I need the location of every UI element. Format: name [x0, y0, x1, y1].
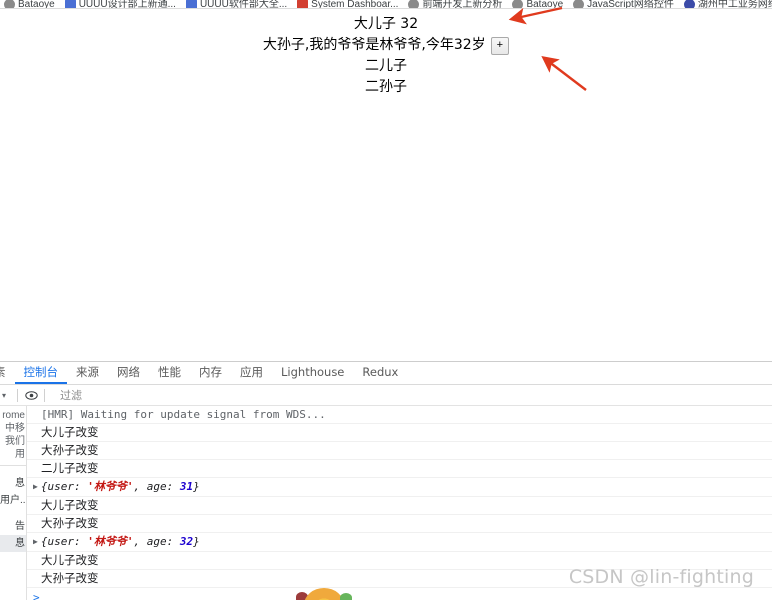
tab-console[interactable]: 控制台: [14, 362, 67, 384]
eye-icon[interactable]: [23, 387, 39, 403]
globe-icon: [573, 0, 585, 8]
bookmark-item[interactable]: JavaScript网络控件: [573, 0, 674, 9]
expand-triangle-icon[interactable]: ▶: [33, 480, 38, 493]
bookmark-label: Bataoye: [526, 0, 564, 9]
increment-age-button[interactable]: +: [490, 36, 510, 55]
log-row[interactable]: [HMR] Waiting for update signal from WDS…: [27, 406, 772, 424]
tab-performance[interactable]: 性能: [149, 362, 190, 384]
tab-elements[interactable]: 素: [0, 362, 15, 384]
bookmark-item[interactable]: UUUU设计部上新通...: [64, 0, 176, 9]
banner-line: 我们: [5, 436, 25, 447]
object-key: age: [146, 535, 167, 548]
chrome-notice-banner: rome 中移 我们 用: [0, 406, 26, 466]
tab-memory[interactable]: 内存: [190, 362, 231, 384]
devtools-tabbar[interactable]: 素 控制台 来源 网络 性能 内存 应用 Lighthouse Redux: [0, 362, 772, 385]
object-number-value: 32: [179, 535, 194, 548]
tab-application[interactable]: 应用: [231, 362, 272, 384]
divider: [17, 388, 18, 402]
bookmark-item[interactable]: 湖州中工业务网络端...: [683, 0, 772, 9]
bookmark-item[interactable]: UUUU软件部大全...: [185, 0, 288, 9]
console-filter-bar[interactable]: ▾ 过滤: [0, 385, 772, 406]
expand-triangle-icon[interactable]: ▶: [33, 535, 38, 548]
eldest-grandson-line: 大孙子,我的爷爷是林爷爷,今年32岁 +: [0, 35, 772, 56]
console-sidebar[interactable]: rome 中移 我们 用 息 用户... 告 息: [0, 406, 27, 600]
bookmark-label: System Dashboar...: [311, 0, 399, 9]
clipped-emoji-image: [296, 588, 352, 600]
object-string-value: '林爷爷': [87, 535, 134, 548]
bookmark-item[interactable]: Bataoye: [512, 0, 564, 9]
eldest-son-line: 大儿子 32: [353, 16, 419, 32]
emoji-right-wing: [340, 593, 352, 600]
object-string-value: '林爷爷': [87, 480, 134, 493]
console-prompt[interactable]: >: [27, 588, 772, 600]
bookmark-label: Bataoye: [18, 0, 55, 9]
tab-sources[interactable]: 来源: [67, 362, 108, 384]
sidebar-item-warnings[interactable]: 告: [0, 518, 26, 535]
second-son-line: 二儿子: [365, 58, 407, 74]
log-row[interactable]: 大孙子改变: [27, 515, 772, 533]
bookmark-item[interactable]: 前端开发上新分析: [408, 0, 503, 9]
bookmark-label: 湖州中工业务网络端...: [697, 0, 772, 9]
square-icon: [64, 0, 76, 8]
tab-lighthouse[interactable]: Lighthouse: [272, 362, 353, 384]
banner-line: 中移: [5, 423, 25, 434]
log-row[interactable]: 二儿子改变: [27, 460, 772, 478]
bookmark-item[interactable]: System Dashboar...: [297, 0, 399, 9]
log-row-object[interactable]: ▶ {user: '林爷爷', age: 31}: [27, 478, 772, 497]
globe-icon: [408, 0, 420, 8]
tab-network[interactable]: 网络: [108, 362, 149, 384]
square-icon: [297, 0, 309, 8]
eldest-grandson-text: 大孙子,我的爷爷是林爷爷,今年32岁: [262, 37, 486, 53]
object-key: user: [47, 535, 74, 548]
log-row-object[interactable]: ▶ {user: '林爷爷', age: 32}: [27, 533, 772, 552]
log-row[interactable]: 大孙子改变: [27, 442, 772, 460]
emoji-body: [304, 588, 344, 600]
bookmark-bar[interactable]: Bataoye UUUU设计部上新通... UUUU软件部大全... Syste…: [0, 0, 772, 9]
console-filter-input[interactable]: 过滤: [50, 387, 772, 403]
object-key: user: [47, 480, 74, 493]
sidebar-item-info[interactable]: 息: [0, 535, 26, 552]
bookmark-label: 前端开发上新分析: [422, 0, 503, 9]
banner-line: 用: [15, 449, 25, 460]
divider: [44, 388, 45, 402]
object-key: age: [146, 480, 167, 493]
sidebar-item-messages[interactable]: 息: [0, 475, 26, 492]
bookmark-label: UUUU设计部上新通...: [78, 0, 176, 9]
devtools-panel[interactable]: 素 控制台 来源 网络 性能 内存 应用 Lighthouse Redux ▾ …: [0, 361, 772, 600]
bookmark-item[interactable]: Bataoye: [4, 0, 55, 9]
component-tree: 大儿子 32 大孙子,我的爷爷是林爷爷,今年32岁 + 二儿子 二孙子: [0, 9, 772, 98]
watermark: CSDN @lin-fighting: [568, 566, 754, 588]
globe-icon: [4, 0, 15, 8]
banner-line: rome: [2, 410, 25, 421]
bookmark-label: UUUU软件部大全...: [199, 0, 288, 9]
page-content: 大儿子 32 大孙子,我的爷爷是林爷爷,今年32岁 + 二儿子 二孙子: [0, 9, 772, 361]
chevron-down-icon[interactable]: ▾: [0, 391, 12, 400]
globe-icon: [683, 0, 695, 8]
log-row[interactable]: 大儿子改变: [27, 424, 772, 442]
square-icon: [185, 0, 197, 8]
log-row[interactable]: 大儿子改变: [27, 497, 772, 515]
sidebar-item-user-messages[interactable]: 用户...: [0, 492, 26, 509]
tab-redux[interactable]: Redux: [353, 362, 407, 384]
object-number-value: 31: [179, 480, 194, 493]
second-grandson-line: 二孙子: [365, 79, 407, 95]
bookmark-label: JavaScript网络控件: [587, 0, 674, 9]
globe-icon: [512, 0, 524, 8]
